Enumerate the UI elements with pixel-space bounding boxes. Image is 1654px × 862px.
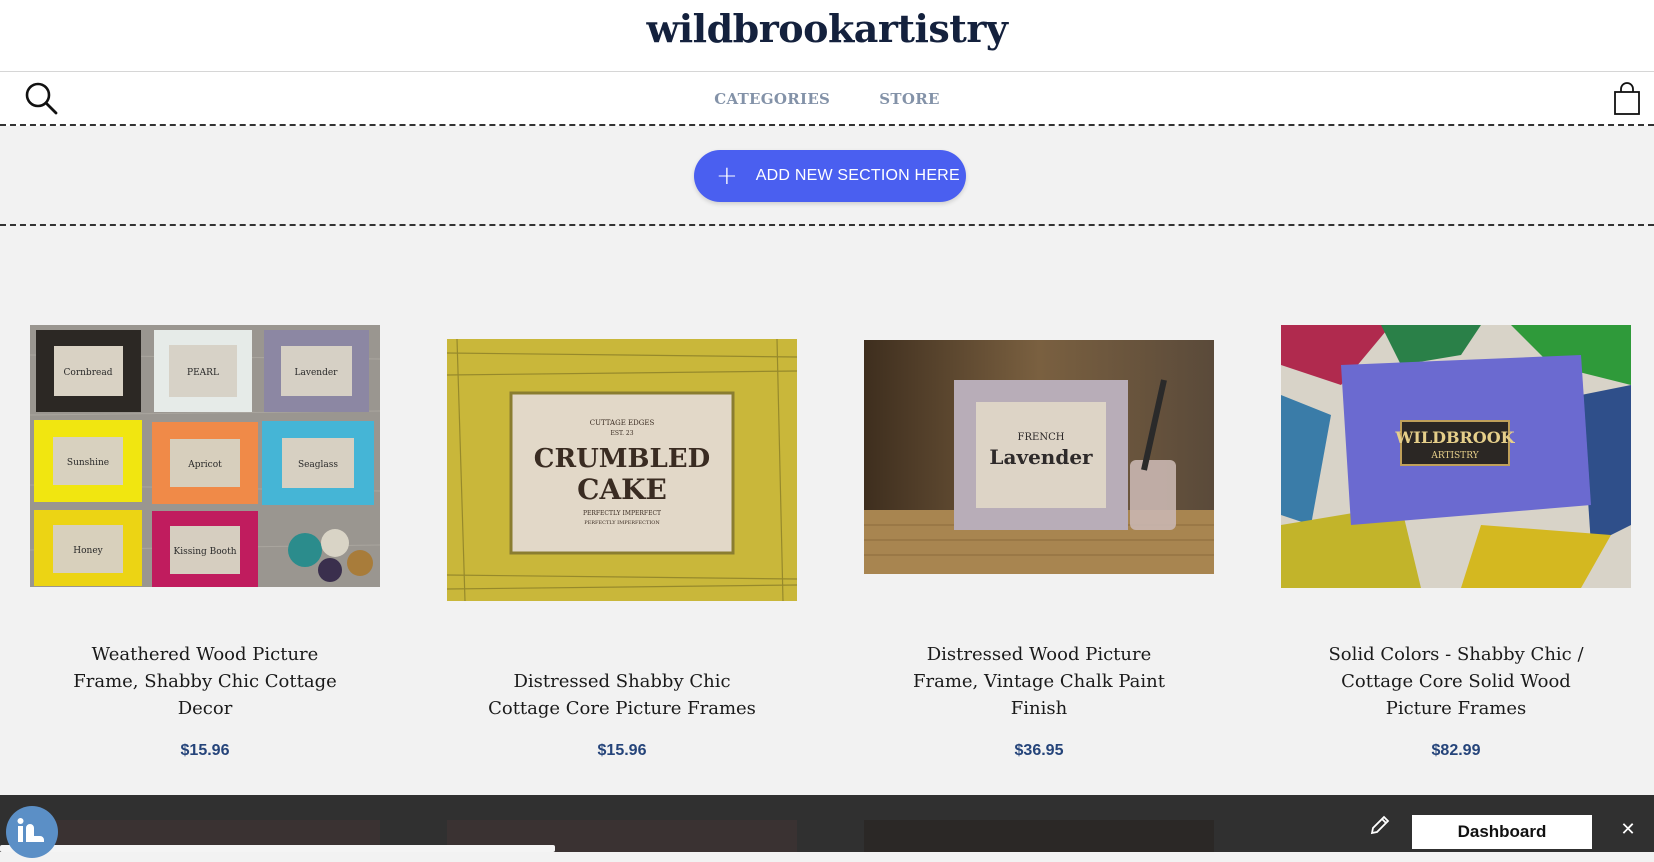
- product-card[interactable]: CUTTAGE EDGES EST. 23 CRUMBLED CAKE PERF…: [447, 325, 797, 765]
- nav-bar: CATEGORIES STORE: [0, 72, 1654, 126]
- shopping-bag-icon[interactable]: [1612, 82, 1642, 116]
- product-card[interactable]: WILDBROOK ARTISTRY Solid Colors - Shabby…: [1281, 325, 1631, 765]
- product-image[interactable]: CUTTAGE EDGES EST. 23 CRUMBLED CAKE PERF…: [447, 339, 797, 601]
- add-section-label: ADD NEW SECTION HERE: [755, 167, 960, 184]
- plus-icon: +: [716, 161, 738, 191]
- product-image[interactable]: WILDBROOK ARTISTRY: [1281, 325, 1631, 588]
- svg-text:EST. 23: EST. 23: [610, 430, 633, 437]
- svg-text:Kissing Booth: Kissing Booth: [174, 547, 237, 557]
- close-icon[interactable]: ✕: [1618, 820, 1638, 840]
- svg-text:ARTISTRY: ARTISTRY: [1430, 451, 1479, 461]
- product-image[interactable]: Cornbread PEARL Lavender Sunshine Apricot Se…: [30, 325, 380, 587]
- next-row-image-peek: [864, 820, 1214, 852]
- product-card[interactable]: FRENCH Lavender Distressed Wood Picture …: [864, 325, 1214, 765]
- svg-text:Lavender: Lavender: [295, 368, 339, 378]
- product-price: $36.95: [1014, 742, 1064, 759]
- pencil-icon[interactable]: [1368, 813, 1392, 837]
- product-name[interactable]: Distressed Wood Picture Frame, Vintage C…: [904, 641, 1174, 722]
- product-image[interactable]: FRENCH Lavender: [864, 340, 1214, 574]
- svg-text:Seaglass: Seaglass: [298, 460, 338, 470]
- svg-text:PERFECTLY IMPERFECT: PERFECTLY IMPERFECT: [583, 510, 661, 517]
- editor-toolbar: Dashboard ✕: [0, 795, 1654, 858]
- product-price: $15.96: [597, 742, 647, 759]
- nav-item-store[interactable]: STORE: [879, 90, 939, 108]
- nav-links: CATEGORIES STORE: [0, 89, 1654, 108]
- nav-item-categories[interactable]: CATEGORIES: [714, 90, 830, 108]
- svg-text:Lavender: Lavender: [989, 445, 1093, 469]
- product-card[interactable]: Cornbread PEARL Lavender Sunshine Apricot Se…: [30, 325, 380, 765]
- site-title[interactable]: wildbrookartistry: [0, 6, 1654, 51]
- svg-text:WILDBROOK: WILDBROOK: [1394, 428, 1515, 447]
- svg-text:CRUMBLED: CRUMBLED: [534, 444, 710, 474]
- svg-text:PERFECTLY IMPERFECTION: PERFECTLY IMPERFECTION: [584, 520, 660, 526]
- product-name[interactable]: Distressed Shabby Chic Cottage Core Pict…: [487, 668, 757, 722]
- chat-assistant-icon[interactable]: [6, 806, 58, 858]
- product-price: $15.96: [180, 742, 230, 759]
- product-name[interactable]: Solid Colors - Shabby Chic / Cottage Cor…: [1321, 641, 1591, 722]
- dashboard-button[interactable]: Dashboard: [1412, 815, 1592, 849]
- svg-text:PEARL: PEARL: [187, 368, 219, 378]
- site-header: wildbrookartistry: [0, 0, 1654, 72]
- svg-text:CUTTAGE EDGES: CUTTAGE EDGES: [590, 419, 655, 427]
- add-new-section-button[interactable]: + ADD NEW SECTION HERE: [694, 150, 966, 202]
- svg-text:FRENCH: FRENCH: [1018, 432, 1065, 443]
- product-price: $82.99: [1431, 742, 1481, 759]
- svg-text:CAKE: CAKE: [577, 473, 667, 506]
- svg-text:Apricot: Apricot: [187, 460, 222, 470]
- svg-text:Sunshine: Sunshine: [67, 458, 109, 468]
- product-name[interactable]: Weathered Wood Picture Frame, Shabby Chi…: [70, 641, 340, 722]
- svg-text:Cornbread: Cornbread: [64, 368, 113, 378]
- svg-text:Honey: Honey: [73, 546, 103, 556]
- scroll-indicator: [0, 845, 555, 852]
- add-section-bar: + ADD NEW SECTION HERE: [0, 126, 1654, 226]
